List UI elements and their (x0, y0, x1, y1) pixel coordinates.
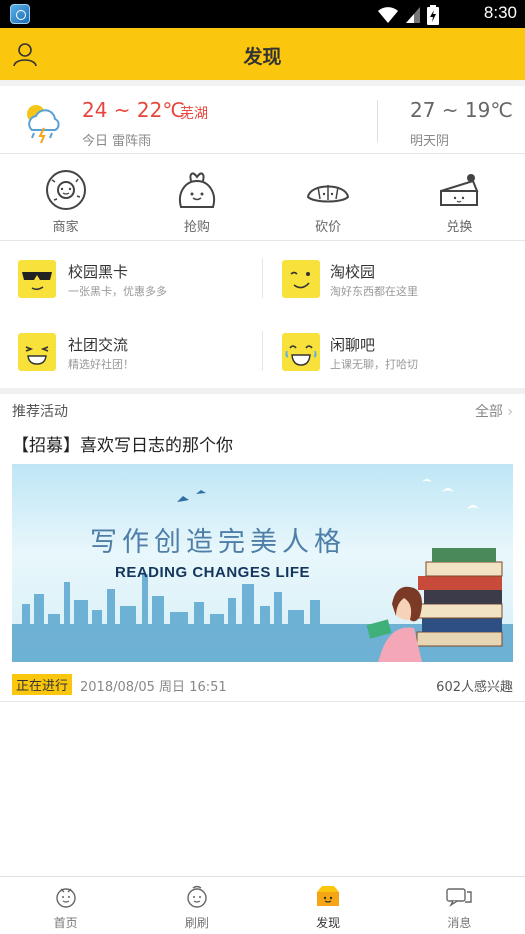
feature-title: 淘校园 (330, 263, 376, 281)
interest-count: 602人感兴趣 (436, 680, 513, 695)
feature-divider (262, 258, 263, 298)
tab-home[interactable]: 首页 (0, 877, 131, 934)
discover-box-icon (317, 886, 340, 906)
sunglasses-face-icon (18, 260, 56, 298)
feature-subtitle: 淘好东西都在这里 (330, 285, 418, 298)
feature-grid: 校园黑卡 一张黑卡，优惠多多 淘校园 淘好东西都在这里 社团交流 精选好社团！ … (0, 242, 525, 388)
tab-label: 发现 (316, 916, 341, 930)
signal-icon (406, 7, 420, 23)
today-temperature: 24 ~ 22℃ (82, 98, 185, 122)
quick-action-merchants[interactable]: 商家 (0, 155, 131, 240)
today-weather-desc: 今日 雷阵雨 (82, 134, 152, 149)
wifi-icon (378, 7, 398, 23)
quick-action-redeem[interactable]: 兑换 (394, 155, 525, 240)
feature-subtitle: 一张黑卡，优惠多多 (68, 285, 167, 298)
view-all-label: 全部 (474, 404, 503, 420)
title-bar: 发现 (0, 28, 525, 80)
quick-action-label: 商家 (52, 220, 79, 235)
wink-face-icon (282, 260, 320, 298)
feature-club-exchange[interactable]: 社团交流 精选好社团！ (0, 315, 262, 388)
feature-tao-campus[interactable]: 淘校园 淘好东西都在这里 (262, 242, 524, 315)
activity-banner[interactable]: 写作创造完美人格 READING CHANGES LIFE (12, 464, 513, 662)
tab-messages[interactable]: 消息 (394, 877, 525, 934)
quick-actions: 商家 抢购 砍价 兑换 (0, 155, 525, 241)
feature-title: 社团交流 (68, 336, 129, 354)
feature-divider (262, 331, 263, 371)
view-all-link[interactable]: 全部 › (475, 401, 513, 421)
weather-panel[interactable]: 24 ~ 22℃ 芜湖 今日 雷阵雨 27 ~ 19℃ 明天阴 (0, 80, 525, 154)
tab-discover[interactable]: 发现 (263, 877, 394, 934)
chevron-right-icon: › (507, 404, 513, 420)
quick-action-label: 砍价 (315, 220, 342, 235)
message-icon (446, 888, 473, 908)
cake-icon (440, 174, 479, 206)
status-badge: 正在进行 (12, 674, 73, 695)
quick-action-bargain[interactable]: 砍价 (263, 155, 394, 240)
section-title: 推荐活动 (12, 404, 68, 420)
quick-action-label: 兑换 (446, 220, 473, 235)
activity-date: 2018/08/05 周日 16:51 (80, 680, 227, 695)
donut-icon (45, 170, 86, 210)
city-name: 芜湖 (180, 106, 208, 122)
activity-title[interactable]: 【招募】喜欢写日志的那个你 (12, 431, 233, 456)
tab-label: 刷刷 (184, 916, 209, 930)
feature-title: 校园黑卡 (68, 263, 129, 281)
banner-illustration (12, 479, 513, 662)
quick-action-label: 抢购 (183, 220, 210, 235)
tab-label: 消息 (447, 916, 472, 930)
feature-subtitle: 精选好社团！ (68, 358, 134, 371)
grin-face-icon (18, 333, 56, 371)
home-mascot-icon (55, 888, 76, 908)
tomorrow-temperature: 27 ~ 19℃ (410, 98, 513, 122)
tab-label: 首页 (53, 916, 78, 930)
status-bar: 8:30 (0, 0, 525, 28)
tab-browse[interactable]: 刷刷 (131, 877, 262, 934)
system-icons (377, 5, 439, 25)
bag-icon (178, 172, 215, 208)
battery-icon (427, 5, 439, 25)
feature-subtitle: 上课无聊，打哈切 (330, 358, 418, 371)
weather-divider (377, 100, 378, 142)
feature-campus-black-card[interactable]: 校园黑卡 一张黑卡，优惠多多 (0, 242, 262, 315)
section-header: 推荐活动 全部 › (0, 394, 525, 424)
croissant-icon (307, 185, 350, 203)
banner-slogan-en: READING CHANGES LIFE (115, 564, 311, 581)
refresh-mascot-icon (187, 885, 207, 908)
banner-slogan-cn: 写作创造完美人格 (90, 527, 346, 558)
feature-chat-bar[interactable]: 闲聊吧 上课无聊，打哈切 (262, 315, 524, 388)
feature-title: 闲聊吧 (330, 336, 376, 354)
laugh-cry-face-icon (282, 333, 320, 371)
tomorrow-weather-desc: 明天阴 (410, 134, 450, 149)
activity-meta: 正在进行 2018/08/05 周日 16:51 602人感兴趣 (0, 672, 525, 702)
status-time: 8:30 (483, 3, 517, 22)
bottom-tab-bar: 首页 刷刷 发现 消息 (0, 876, 525, 934)
quick-action-flash-sale[interactable]: 抢购 (131, 155, 262, 240)
thunderstorm-icon (27, 105, 60, 144)
app-notification-icon (10, 4, 30, 24)
page-title: 发现 (243, 46, 282, 68)
